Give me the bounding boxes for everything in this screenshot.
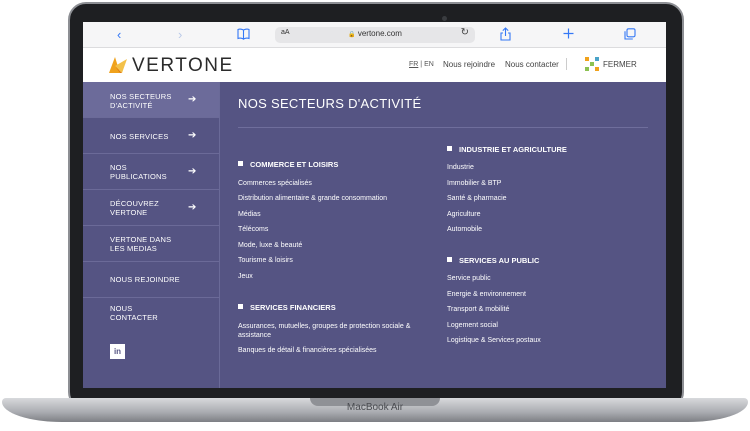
arrow-right-icon: ➔ <box>188 130 197 141</box>
device-label: MacBook Air <box>346 402 404 413</box>
list-item[interactable]: Agriculture <box>447 210 637 219</box>
nav-item-decouvrez[interactable]: DÉCOUVREZ VERTONE ➔ <box>83 190 219 226</box>
nav-item-label: NOS SECTEURS D'ACTIVITÉ <box>110 92 172 110</box>
list-item[interactable]: Santé & pharmacie <box>447 194 637 203</box>
site-header: VERTONE FR | EN Nous rejoindre Nous cont… <box>83 48 666 82</box>
logo-text[interactable]: VERTONE <box>132 55 234 77</box>
nav-sidebar: NOS SECTEURS D'ACTIVITÉ ➔ NOS SERVICES ➔… <box>83 82 220 388</box>
section-heading-financiers: SERVICES FINANCIERS <box>238 303 336 312</box>
list-item[interactable]: Commerces spécialisés <box>238 179 428 188</box>
back-icon[interactable]: ‹ <box>117 26 121 44</box>
nav-item-services[interactable]: NOS SERVICES ➔ <box>83 118 219 154</box>
section-heading-text: SERVICES FINANCIERS <box>250 303 336 312</box>
nav-item-secteurs[interactable]: NOS SECTEURS D'ACTIVITÉ ➔ <box>83 82 219 118</box>
lang-fr-link[interactable]: FR <box>409 61 418 68</box>
camera-icon <box>442 16 447 21</box>
new-tab-icon[interactable] <box>563 28 574 39</box>
nav-item-label: DÉCOUVREZ VERTONE <box>110 199 159 217</box>
close-menu-icon[interactable] <box>585 57 599 71</box>
lang-separator: | <box>420 61 423 68</box>
nav-item-publications[interactable]: NOS PUBLICATIONS ➔ <box>83 154 219 190</box>
join-link[interactable]: Nous rejoindre <box>443 60 495 69</box>
close-menu-label[interactable]: FERMER <box>603 60 637 69</box>
bullet-square-icon <box>238 304 243 309</box>
list-item[interactable]: Logistique & Services postaux <box>447 336 637 345</box>
nav-item-label: NOUS REJOINDRE <box>110 275 180 284</box>
section-heading-industrie: INDUSTRIE ET AGRICULTURE <box>447 145 567 154</box>
reload-icon[interactable]: ↻ <box>461 27 469 38</box>
screen: ‹ › aA 🔒 vertone.com ↻ VERTONE FR | EN N… <box>83 22 666 388</box>
list-item[interactable]: Service public <box>447 274 637 283</box>
vertone-logo-icon[interactable] <box>109 57 127 73</box>
section-heading-commerce: COMMERCE ET LOISIRS <box>238 160 338 169</box>
nav-item-label: NOS SERVICES <box>110 132 169 141</box>
arrow-right-icon: ➔ <box>188 166 197 177</box>
list-item[interactable]: Médias <box>238 210 428 219</box>
bullet-square-icon <box>238 161 243 166</box>
nav-item-rejoindre[interactable]: NOUS REJOINDRE <box>83 262 219 298</box>
lock-icon: 🔒 <box>348 32 356 38</box>
list-item[interactable]: Automobile <box>447 225 637 234</box>
arrow-right-icon: ➔ <box>188 202 197 213</box>
url-text: 🔒 vertone.com <box>275 29 475 38</box>
section-heading-public: SERVICES AU PUBLIC <box>447 256 539 265</box>
nav-item-medias[interactable]: VERTONE DANS LES MEDIAS <box>83 226 219 262</box>
address-bar[interactable]: aA 🔒 vertone.com ↻ <box>275 27 475 43</box>
list-item[interactable]: Mode, luxe & beauté <box>238 241 428 250</box>
list-item[interactable]: Assurances, mutuelles, groupes de protec… <box>238 322 428 340</box>
list-item[interactable]: Immobilier & BTP <box>447 179 637 188</box>
list-item[interactable]: Tourisme & loisirs <box>238 256 428 265</box>
nav-item-label: NOS PUBLICATIONS <box>110 163 167 181</box>
section-heading-text: SERVICES AU PUBLIC <box>459 256 540 265</box>
language-switch: FR | EN <box>409 61 434 68</box>
list-item[interactable]: Jeux <box>238 272 428 281</box>
list-item[interactable]: Transport & mobilité <box>447 305 637 314</box>
main-panel: NOS SECTEURS D'ACTIVITÉ COMMERCE ET LOIS… <box>220 82 666 388</box>
list-item[interactable]: Logement social <box>447 321 637 330</box>
linkedin-icon[interactable]: in <box>110 344 125 359</box>
bullet-square-icon <box>447 146 452 151</box>
nav-item-contacter[interactable]: NOUS CONTACTER <box>83 298 219 334</box>
page-title: NOS SECTEURS D'ACTIVITÉ <box>238 96 422 111</box>
forward-icon[interactable]: › <box>178 26 182 44</box>
lang-en-link[interactable]: EN <box>424 61 434 68</box>
header-divider <box>566 58 567 70</box>
bullet-square-icon <box>447 257 452 262</box>
list-item[interactable]: Energie & environnement <box>447 290 637 299</box>
nav-item-label: NOUS CONTACTER <box>110 304 158 322</box>
contact-link[interactable]: Nous contacter <box>505 60 559 69</box>
section-heading-text: COMMERCE ET LOISIRS <box>250 160 339 169</box>
section-heading-text: INDUSTRIE ET AGRICULTURE <box>459 145 567 154</box>
list-item[interactable]: Télécoms <box>238 225 428 234</box>
list-item[interactable]: Distribution alimentaire & grande consom… <box>238 194 428 203</box>
browser-toolbar: ‹ › aA 🔒 vertone.com ↻ <box>83 22 666 48</box>
tabs-icon[interactable] <box>624 28 636 40</box>
share-icon[interactable] <box>500 27 511 41</box>
arrow-right-icon: ➔ <box>188 94 197 105</box>
list-item[interactable]: Industrie <box>447 163 637 172</box>
title-divider <box>238 127 648 128</box>
list-item[interactable]: Banques de détail & financières spéciali… <box>238 346 428 355</box>
bookmarks-icon[interactable] <box>237 28 250 40</box>
nav-item-label: VERTONE DANS LES MEDIAS <box>110 235 172 253</box>
url-value: vertone.com <box>357 29 402 38</box>
